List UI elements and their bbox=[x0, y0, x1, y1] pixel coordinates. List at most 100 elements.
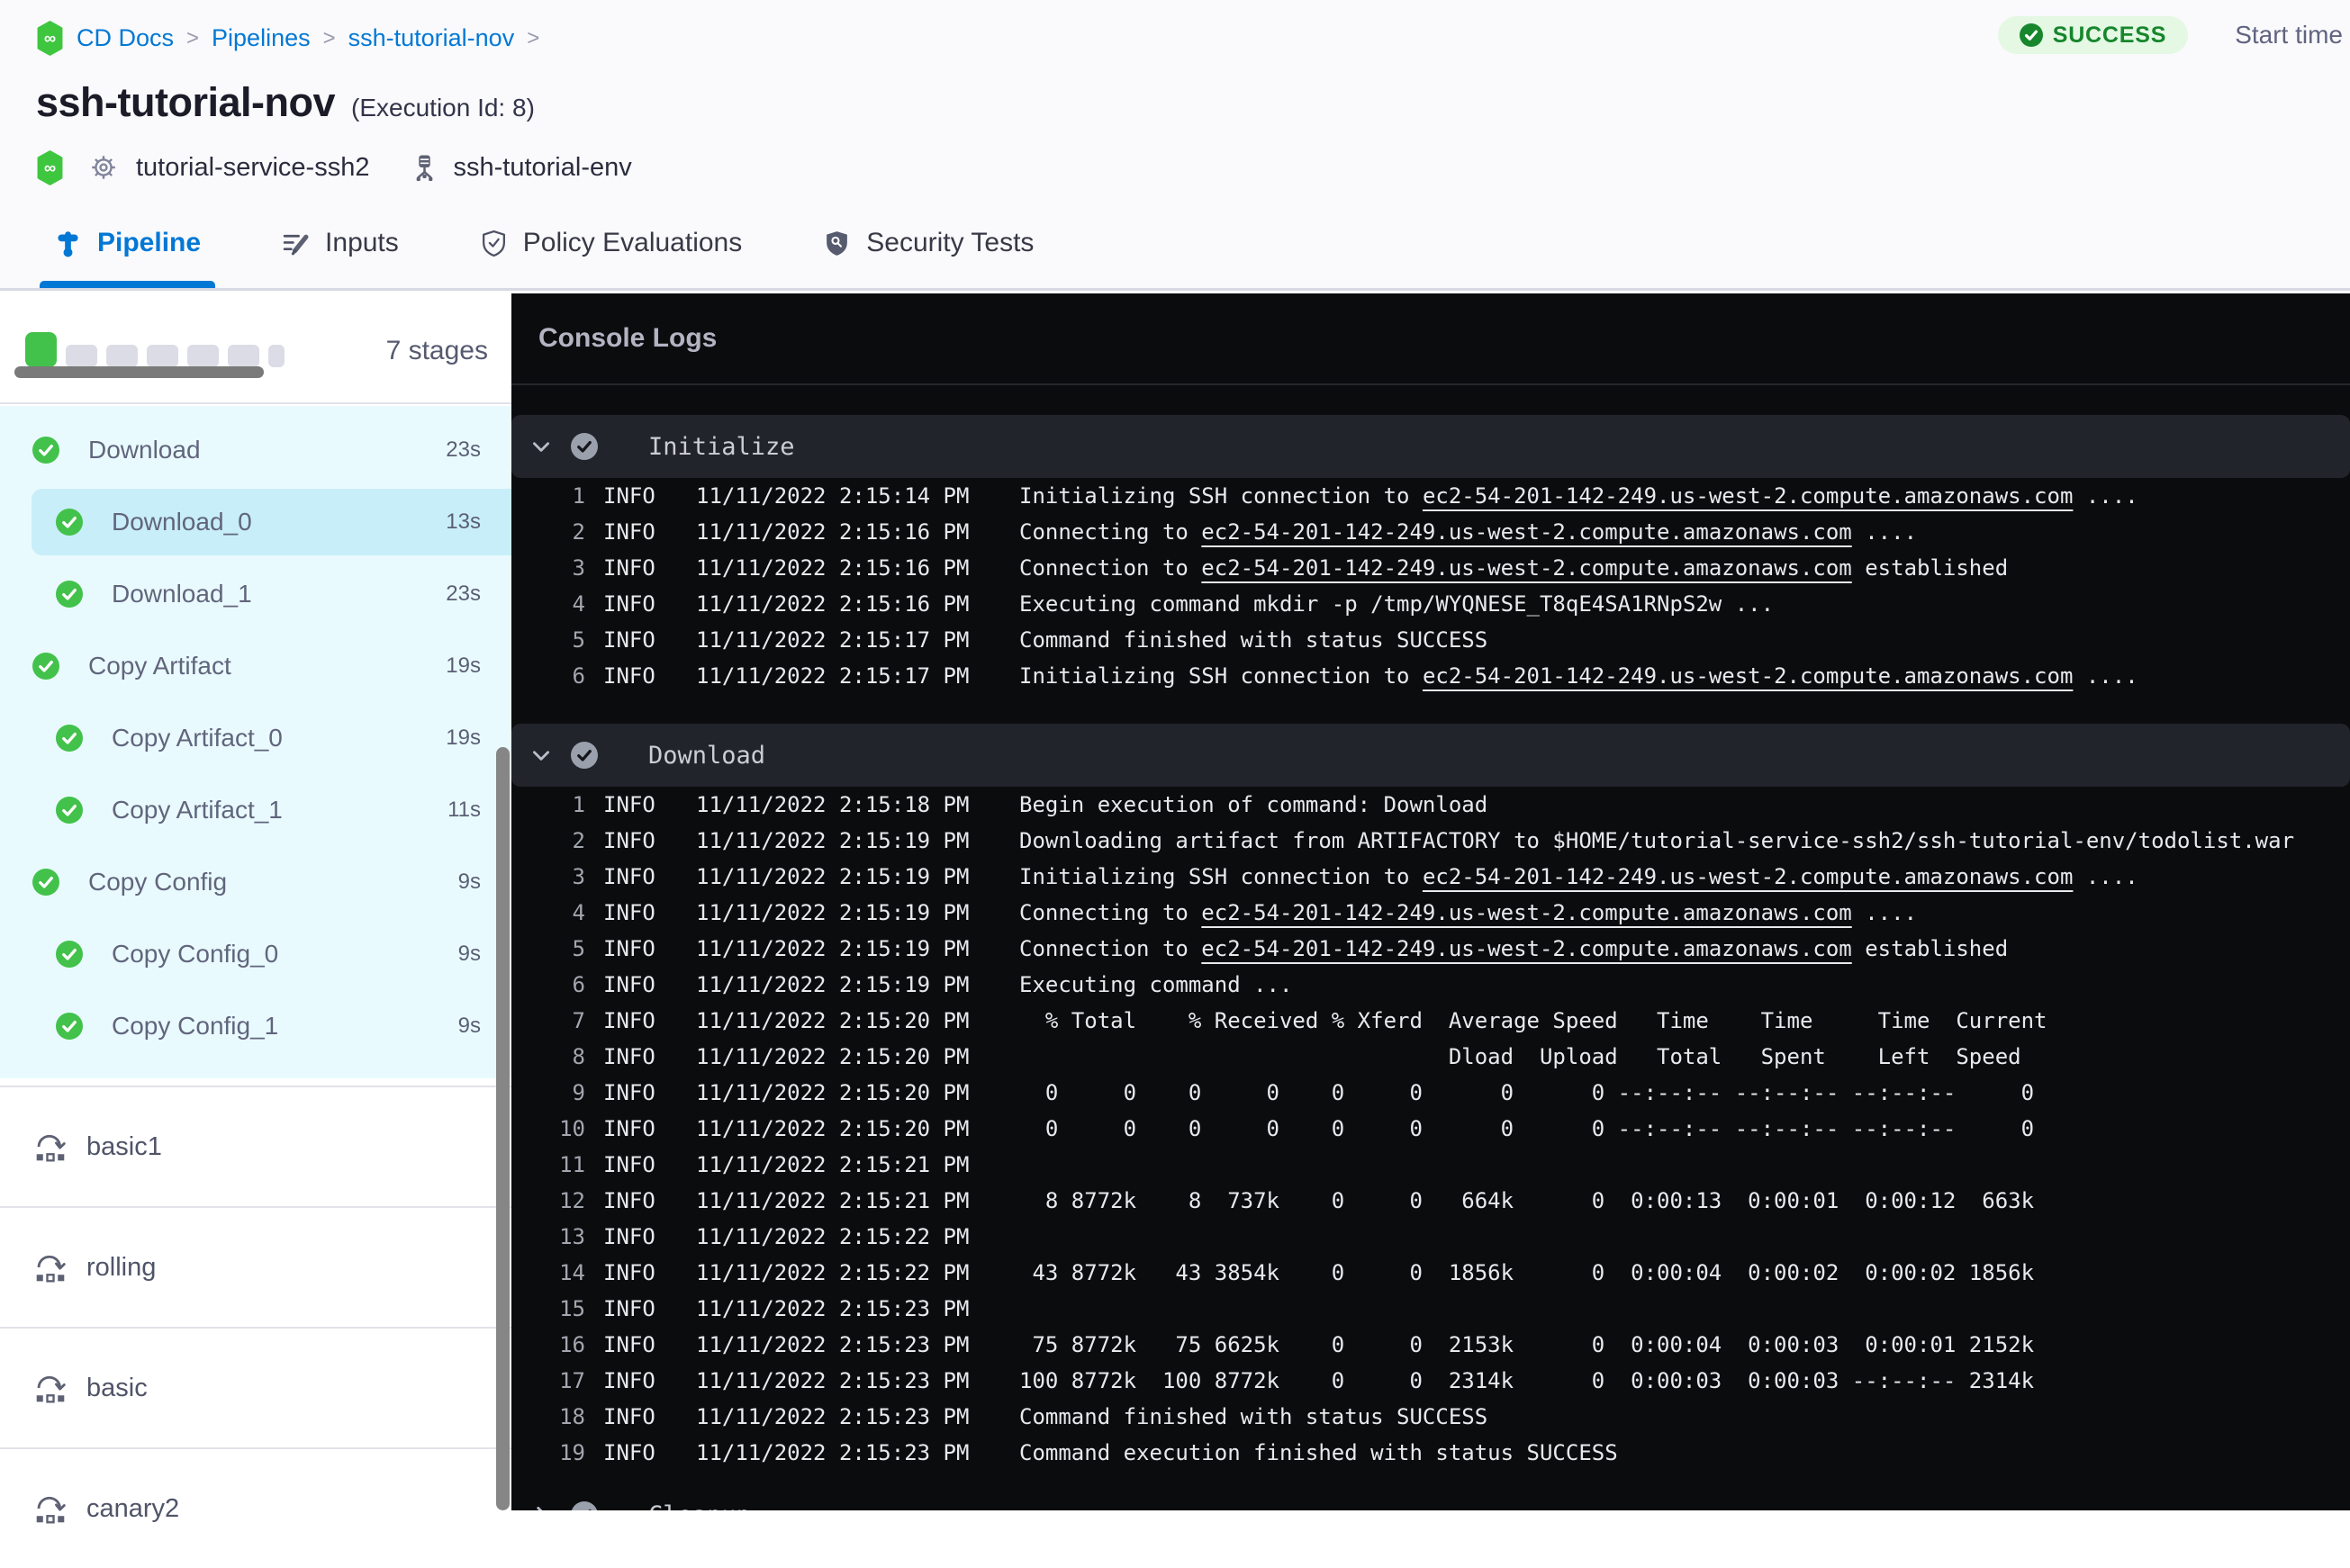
pipeline-item[interactable]: canary2 bbox=[0, 1447, 511, 1568]
pipeline-item[interactable]: basic1 bbox=[0, 1086, 511, 1206]
breadcrumb: ∞ CD Docs > Pipelines > ssh-tutorial-nov… bbox=[36, 20, 539, 57]
tab-label: Pipeline bbox=[97, 228, 202, 257]
vertical-scrollbar[interactable] bbox=[496, 747, 510, 1510]
harness-logo-icon: ∞ bbox=[37, 21, 63, 56]
breadcrumb-link-cd-docs[interactable]: CD Docs bbox=[77, 24, 174, 52]
log-level: INFO bbox=[603, 828, 655, 853]
harness-logo-icon: ∞ bbox=[37, 149, 63, 185]
policy-shield-check-icon bbox=[482, 230, 505, 257]
horizontal-scrollbar[interactable] bbox=[14, 366, 264, 378]
log-timestamp: 11/11/2022 2:15:21 PM bbox=[696, 1188, 970, 1213]
log-line-number: 9 bbox=[572, 1080, 585, 1105]
section-success-icon bbox=[571, 433, 598, 460]
tab-inputs[interactable]: Inputs bbox=[267, 198, 413, 288]
gear-icon bbox=[92, 156, 115, 179]
stage-row[interactable]: Copy Config 9s bbox=[0, 846, 511, 918]
log-text: Begin execution of command: Download bbox=[1019, 792, 1488, 817]
section-title: Download bbox=[648, 741, 766, 770]
log-line-number: 11 bbox=[559, 1152, 585, 1177]
stage-success-icon bbox=[56, 941, 83, 968]
stage-row[interactable]: Download_1 23s bbox=[0, 558, 511, 630]
log-text: Connection to bbox=[1019, 936, 1202, 961]
pipeline-item[interactable]: basic bbox=[0, 1327, 511, 1447]
log-message: Command finished with status SUCCESS bbox=[1019, 1404, 1487, 1429]
log-text: Executing command ... bbox=[1019, 972, 1293, 997]
stage-duration: 13s bbox=[446, 509, 481, 534]
log-line-number: 12 bbox=[559, 1188, 585, 1213]
log-link[interactable]: ec2-54-201-142-249.us-west-2.compute.ama… bbox=[1201, 900, 1851, 925]
log-line: 12 INFO 11/11/2022 2:15:21 PM 8 8772k 8 … bbox=[511, 1183, 2350, 1219]
stage-label: Copy Artifact_0 bbox=[112, 724, 283, 752]
breadcrumb-link-pipelines[interactable]: Pipelines bbox=[212, 24, 311, 52]
log-line: 13 INFO 11/11/2022 2:15:22 PM bbox=[511, 1219, 2350, 1255]
log-section-header[interactable]: Cleanup bbox=[511, 1483, 2350, 1510]
stage-duration: 19s bbox=[446, 653, 481, 678]
stage-row[interactable]: Copy Config_1 9s bbox=[0, 990, 511, 1062]
breadcrumb-separator: > bbox=[527, 25, 540, 50]
log-message: Initializing SSH connection to ec2-54-20… bbox=[1019, 864, 2138, 889]
chevron-down-icon bbox=[533, 442, 549, 452]
log-message: Command execution finished with status S… bbox=[1019, 1440, 1618, 1465]
stage-row[interactable]: Copy Artifact_1 11s bbox=[0, 774, 511, 846]
console-logs-panel: Console Logs Initialize 1 INFO 11/11/202… bbox=[511, 293, 2350, 1510]
stage-success-icon bbox=[32, 437, 59, 464]
log-text: Initializing SSH connection to bbox=[1019, 864, 1423, 889]
log-message: Downloading artifact from ARTIFACTORY to… bbox=[1019, 828, 2294, 853]
tab-pipeline[interactable]: Pipeline bbox=[40, 198, 216, 288]
log-link[interactable]: ec2-54-201-142-249.us-west-2.compute.ama… bbox=[1423, 663, 2073, 689]
log-text: 43 8772k 43 3854k 0 0 1856k 0 0:00:04 0:… bbox=[1019, 1260, 2035, 1285]
stage-success-icon bbox=[56, 509, 83, 536]
stage-segment bbox=[187, 345, 219, 367]
service-name[interactable]: tutorial-service-ssh2 bbox=[136, 153, 369, 183]
log-line-number: 15 bbox=[559, 1296, 585, 1321]
log-text: .... bbox=[2073, 663, 2138, 689]
stage-row[interactable]: Download_0 13s bbox=[0, 486, 511, 558]
log-link[interactable]: ec2-54-201-142-249.us-west-2.compute.ama… bbox=[1201, 519, 1851, 545]
log-link[interactable]: ec2-54-201-142-249.us-west-2.compute.ama… bbox=[1423, 483, 2073, 509]
log-level: INFO bbox=[603, 1404, 655, 1429]
log-line: 18 INFO 11/11/2022 2:15:23 PM Command fi… bbox=[511, 1399, 2350, 1435]
log-text: Initializing SSH connection to bbox=[1019, 663, 1423, 689]
breadcrumb-link-pipeline-name[interactable]: ssh-tutorial-nov bbox=[348, 24, 515, 52]
stage-row[interactable]: Copy Artifact_0 19s bbox=[0, 702, 511, 774]
section-lines: 1 INFO 11/11/2022 2:15:18 PM Begin execu… bbox=[511, 787, 2350, 1471]
stage-row[interactable]: Copy Config_0 9s bbox=[0, 918, 511, 990]
log-timestamp: 11/11/2022 2:15:16 PM bbox=[696, 519, 970, 545]
log-level: INFO bbox=[603, 1440, 655, 1465]
log-line: 6 INFO 11/11/2022 2:15:19 PM Executing c… bbox=[511, 967, 2350, 1003]
pipeline-item[interactable]: rolling bbox=[0, 1206, 511, 1327]
log-text: .... bbox=[2073, 864, 2138, 889]
status-badge-label: SUCCESS bbox=[2052, 22, 2167, 48]
stage-duration: 23s bbox=[446, 437, 481, 462]
log-level: INFO bbox=[603, 792, 655, 817]
tab-security-tests[interactable]: Security Tests bbox=[809, 198, 1048, 288]
stage-row[interactable]: Download 23s bbox=[0, 414, 511, 486]
log-link[interactable]: ec2-54-201-142-249.us-west-2.compute.ama… bbox=[1201, 555, 1851, 581]
log-timestamp: 11/11/2022 2:15:23 PM bbox=[696, 1332, 970, 1357]
log-level: INFO bbox=[603, 936, 655, 961]
log-level: INFO bbox=[603, 1044, 655, 1069]
log-level: INFO bbox=[603, 1080, 655, 1105]
log-line-number: 16 bbox=[559, 1332, 585, 1357]
log-text: .... bbox=[1851, 519, 1918, 545]
environment-icon bbox=[417, 155, 433, 182]
log-section-header[interactable]: Download bbox=[511, 724, 2350, 787]
log-link[interactable]: ec2-54-201-142-249.us-west-2.compute.ama… bbox=[1423, 864, 2073, 889]
log-line: 5 INFO 11/11/2022 2:15:17 PM Command fin… bbox=[511, 622, 2350, 658]
stage-label: Copy Artifact_1 bbox=[112, 796, 283, 824]
log-line: 4 INFO 11/11/2022 2:15:19 PM Connecting … bbox=[511, 895, 2350, 931]
stage-list: Download 23s Download_0 13s Download_1 2… bbox=[0, 406, 511, 1078]
environment-name[interactable]: ssh-tutorial-env bbox=[453, 153, 631, 183]
log-timestamp: 11/11/2022 2:15:20 PM bbox=[696, 1008, 970, 1033]
tab-policy-evaluations[interactable]: Policy Evaluations bbox=[465, 198, 756, 288]
log-line: 19 INFO 11/11/2022 2:15:23 PM Command ex… bbox=[511, 1435, 2350, 1471]
log-level: INFO bbox=[603, 900, 655, 925]
pipeline-item-label: basic bbox=[86, 1373, 148, 1402]
log-link[interactable]: ec2-54-201-142-249.us-west-2.compute.ama… bbox=[1201, 936, 1851, 961]
stage-segment-complete bbox=[25, 332, 57, 367]
log-section-header[interactable]: Initialize bbox=[511, 415, 2350, 478]
log-message: Initializing SSH connection to ec2-54-20… bbox=[1019, 483, 2138, 509]
log-text: Command execution finished with status S… bbox=[1019, 1440, 1618, 1465]
breadcrumb-separator: > bbox=[322, 25, 336, 50]
stage-row[interactable]: Copy Artifact 19s bbox=[0, 630, 511, 702]
